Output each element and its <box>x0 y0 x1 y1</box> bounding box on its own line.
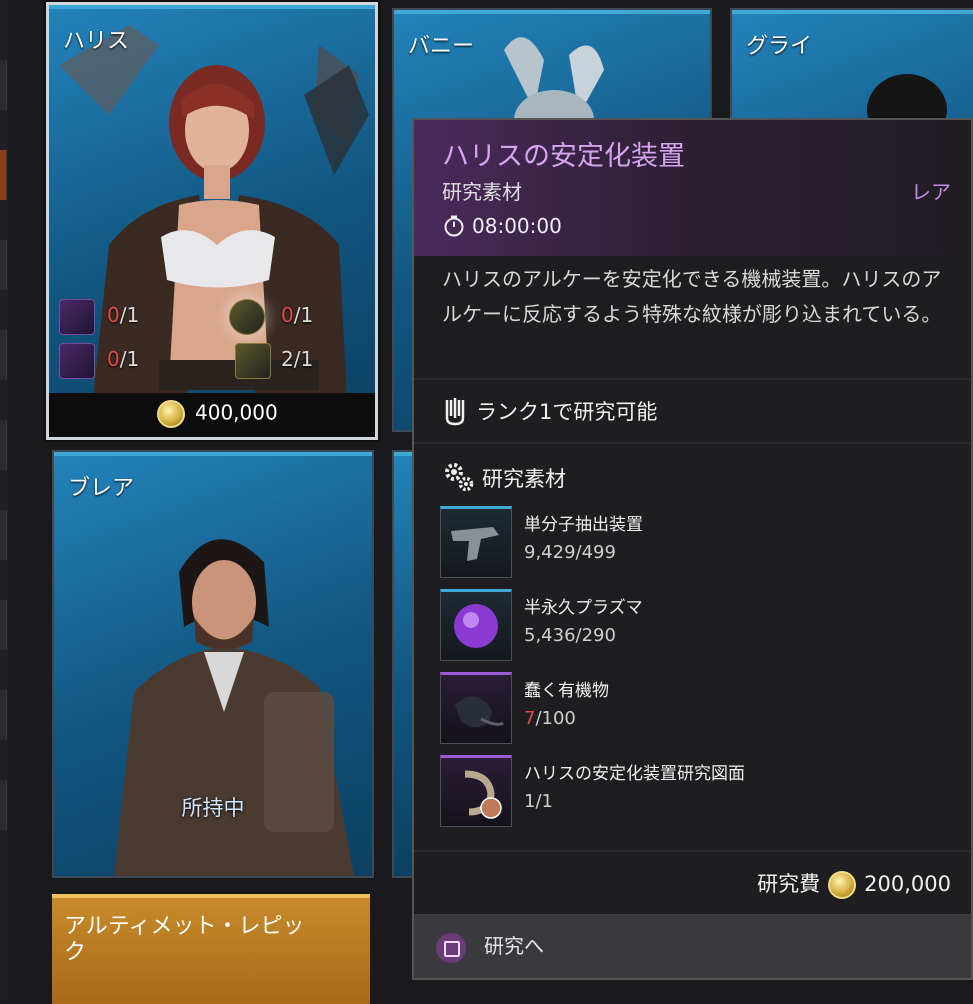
divider <box>414 378 971 380</box>
descendant-card-blair[interactable]: ブレア 所持中 <box>52 450 374 878</box>
divider <box>414 442 971 444</box>
upgrade-slot-count: 0/1 <box>107 347 140 371</box>
item-rarity: レア <box>911 180 951 204</box>
material-name: 単分子抽出装置 <box>524 515 643 535</box>
rank-requirement: ランク1で研究可能 <box>442 396 657 426</box>
plasma-orb-icon <box>440 589 512 661</box>
research-timer: 08:00:00 <box>442 214 562 238</box>
organic-creature-icon <box>440 672 512 744</box>
item-description: ハリスのアルケーを安定化できる機械装置。ハリスのアルケーに反応するよう特殊な紋様… <box>442 267 942 326</box>
square-button-icon <box>436 932 466 963</box>
descendant-card-ultimate[interactable]: アルティメット・レピッ ク <box>52 894 370 1004</box>
material-row[interactable]: 蠢く有機物 7/100 <box>440 672 950 748</box>
item-title: ハリスの安定化装置 <box>442 141 685 172</box>
material-qty: 5,436/290 <box>524 625 616 646</box>
descendant-card-harris[interactable]: ハリス 0/1 0/1 0/1 2/1 400,000 <box>46 2 378 440</box>
panel-footer: 研究へ <box>414 914 971 978</box>
material-qty: 9,429/499 <box>524 542 616 563</box>
stopwatch-icon <box>444 215 464 237</box>
materials-header: 研究素材 <box>442 460 566 494</box>
nav-segment[interactable] <box>0 690 7 740</box>
upgrade-slot-count: 0/1 <box>281 303 314 327</box>
card-name: ハリス <box>63 29 130 54</box>
upgrade-slot-icon[interactable] <box>59 299 95 335</box>
card-price-bar: 400,000 <box>49 393 375 437</box>
nav-segment[interactable] <box>0 420 7 470</box>
gold-coin-icon <box>828 871 857 899</box>
owned-status: 所持中 <box>181 796 245 820</box>
left-nav-strip <box>0 0 8 1000</box>
card-name: バニー <box>408 34 475 59</box>
card-price: 400,000 <box>157 400 278 428</box>
nav-segment[interactable] <box>0 60 7 110</box>
material-qty: 7/100 <box>524 708 576 729</box>
divider <box>414 850 971 852</box>
item-detail-panel: ハリスの安定化装置 研究素材 レア 08:00:00 ハリスのアルケーを安定化で… <box>412 118 973 980</box>
material-name: ハリスの安定化装置研究図面 <box>524 764 745 784</box>
card-name: アルティメット・レピッ ク <box>64 914 305 965</box>
upgrade-slot-icon[interactable] <box>59 343 95 379</box>
blueprint-icon <box>440 755 512 827</box>
gun-device-icon <box>440 506 512 578</box>
material-name: 蠢く有機物 <box>524 681 609 701</box>
research-button[interactable]: 研究へ <box>436 928 544 964</box>
nav-segment[interactable] <box>0 240 7 290</box>
research-cost: 研究費 200,000 <box>757 868 951 899</box>
rank-icon <box>445 398 465 426</box>
nav-segment[interactable] <box>0 330 7 380</box>
harris-portrait <box>59 25 369 437</box>
upgrade-slot-count: 0/1 <box>107 303 140 327</box>
item-header: ハリスの安定化装置 研究素材 レア 08:00:00 <box>414 120 971 256</box>
stabilizer-slot-icon[interactable] <box>229 299 265 335</box>
material-name: 半永久プラズマ <box>524 598 643 618</box>
nav-segment[interactable] <box>0 510 7 560</box>
nav-segment-active[interactable] <box>0 150 7 200</box>
nav-segment[interactable] <box>0 600 7 650</box>
gears-icon <box>445 463 474 492</box>
material-row[interactable]: 半永久プラズマ 5,436/290 <box>440 589 950 665</box>
nav-segment[interactable] <box>0 780 7 830</box>
gold-coin-icon <box>157 400 185 428</box>
material-row[interactable]: 単分子抽出装置 9,429/499 <box>440 506 950 582</box>
material-row[interactable]: ハリスの安定化装置研究図面 1/1 <box>440 755 950 831</box>
card-name: ブレア <box>68 476 135 501</box>
upgrade-slot-count: 2/1 <box>281 347 314 371</box>
blueprint-slot-icon[interactable] <box>235 343 271 379</box>
material-qty: 1/1 <box>524 791 553 812</box>
card-name: グライ <box>746 34 813 59</box>
item-type: 研究素材 <box>442 180 522 204</box>
